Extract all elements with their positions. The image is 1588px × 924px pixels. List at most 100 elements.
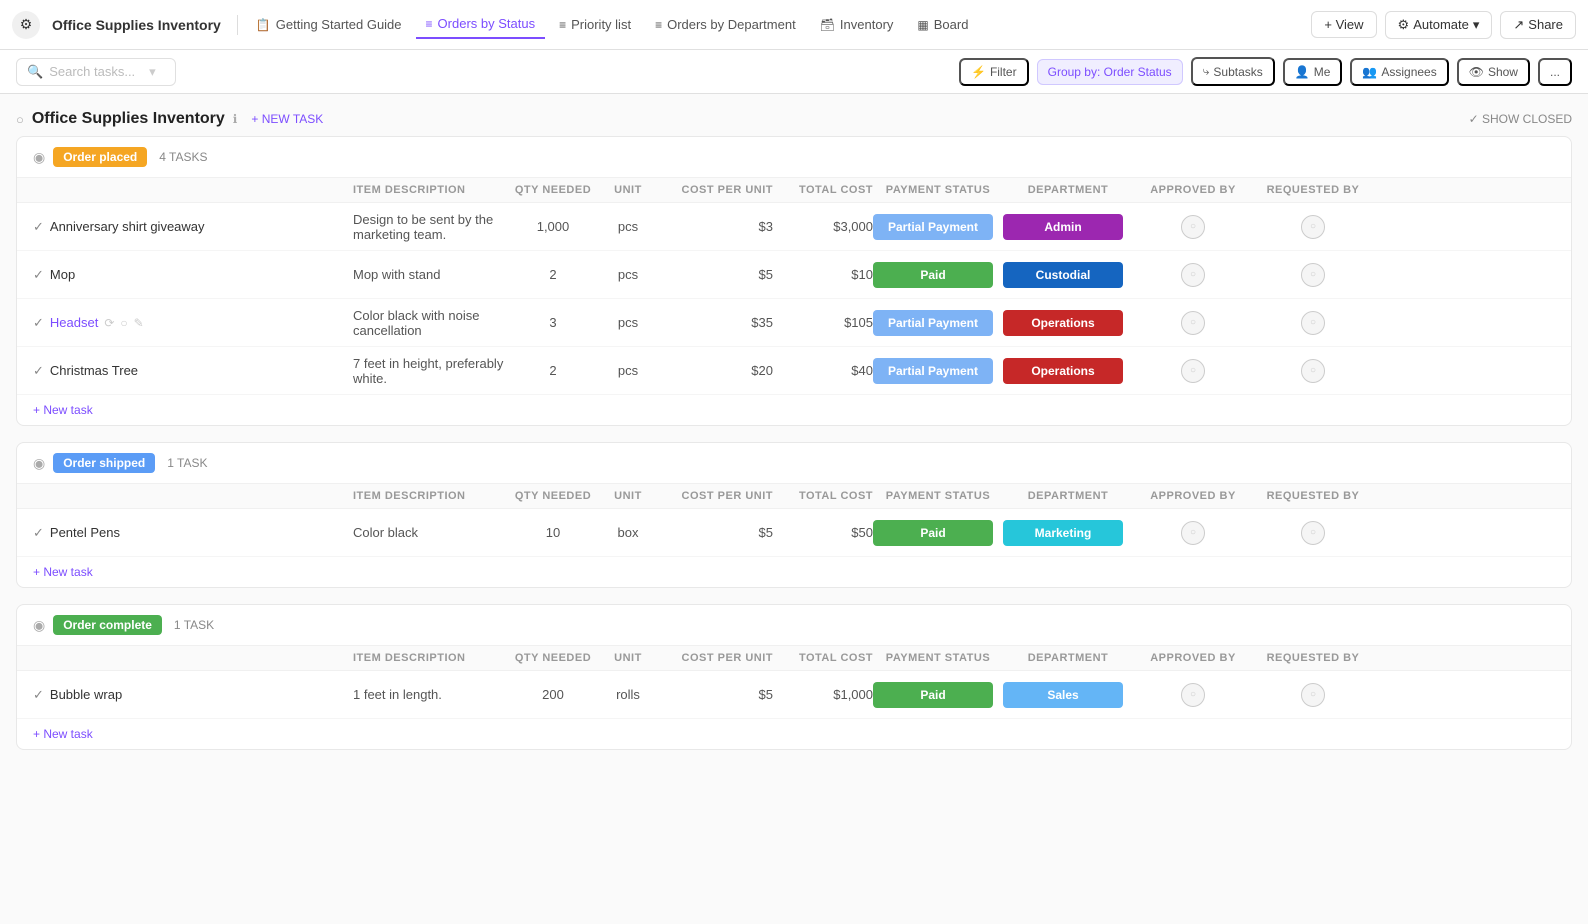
automate-button[interactable]: ⚙ Automate ▾ bbox=[1385, 11, 1493, 39]
group-by-button[interactable]: Group by: Order Status bbox=[1037, 59, 1183, 85]
tab-orders-by-dept[interactable]: ≡ Orders by Department bbox=[645, 11, 806, 38]
col-task bbox=[33, 490, 353, 502]
group-header-order-shipped: ◉ Order shipped 1 TASK bbox=[17, 443, 1571, 484]
subtasks-button[interactable]: ⤷ Subtasks bbox=[1191, 57, 1275, 86]
subtasks-label: Subtasks bbox=[1213, 65, 1262, 79]
col-item-desc: ITEM DESCRIPTION bbox=[353, 490, 513, 502]
task-qty: 200 bbox=[513, 683, 593, 706]
new-task-row-order-placed[interactable]: + New task bbox=[17, 395, 1571, 425]
assignees-button[interactable]: 👥 Assignees bbox=[1350, 58, 1448, 86]
table-row: ✓ Mop Mop with stand 2 pcs $5 $10 Paid C… bbox=[17, 251, 1571, 299]
tab-getting-started[interactable]: 📋 Getting Started Guide bbox=[246, 11, 412, 38]
main-content: ○ Office Supplies Inventory ℹ + NEW TASK… bbox=[0, 94, 1588, 924]
add-view-label: + View bbox=[1324, 17, 1363, 32]
task-cost-per-unit: $20 bbox=[663, 359, 773, 382]
col-unit: UNIT bbox=[593, 652, 663, 664]
group-task-count-order-placed: 4 TASKS bbox=[159, 150, 207, 164]
avatar-requested: ○ bbox=[1301, 359, 1325, 383]
task-total-cost: $10 bbox=[773, 263, 873, 286]
tab-icon-priority-list: ≡ bbox=[559, 18, 566, 32]
more-options-button[interactable]: ... bbox=[1538, 58, 1572, 86]
task-name[interactable]: Headset bbox=[50, 315, 98, 330]
group-header-order-complete: ◉ Order complete 1 TASK bbox=[17, 605, 1571, 646]
col-payment-status: PAYMENT STATUS bbox=[873, 490, 1003, 502]
col-total-cost: TOTAL COST bbox=[773, 490, 873, 502]
task-qty: 2 bbox=[513, 359, 593, 382]
groups-container: ◉ Order placed 4 TASKS ITEM DESCRIPTION … bbox=[16, 136, 1572, 750]
col-payment-status: PAYMENT STATUS bbox=[873, 184, 1003, 196]
task-item-description: 1 feet in length. bbox=[353, 683, 513, 706]
me-icon: 👤 bbox=[1295, 65, 1310, 79]
share-button[interactable]: ↗ Share bbox=[1500, 11, 1576, 39]
tab-label-orders-by-status: Orders by Status bbox=[438, 16, 536, 31]
task-unit: pcs bbox=[593, 263, 663, 286]
section-collapse-icon[interactable]: ○ bbox=[16, 112, 24, 127]
new-task-button[interactable]: + NEW TASK bbox=[245, 110, 329, 128]
col-item-desc: ITEM DESCRIPTION bbox=[353, 184, 513, 196]
search-placeholder: Search tasks... bbox=[49, 64, 135, 79]
tab-orders-by-status[interactable]: ≡ Orders by Status bbox=[416, 10, 546, 39]
new-task-row-order-complete[interactable]: + New task bbox=[17, 719, 1571, 749]
task-approved-by: ○ bbox=[1133, 521, 1253, 545]
group-toggle-order-placed[interactable]: ◉ bbox=[33, 149, 45, 166]
task-payment-status: Paid bbox=[873, 682, 1003, 708]
new-task-row-order-shipped[interactable]: + New task bbox=[17, 557, 1571, 587]
avatar-approved: ○ bbox=[1181, 521, 1205, 545]
task-total-cost: $50 bbox=[773, 521, 873, 544]
tab-label-inventory: Inventory bbox=[840, 17, 893, 32]
task-qty: 2 bbox=[513, 263, 593, 286]
col-department: DEPARTMENT bbox=[1003, 184, 1133, 196]
task-requested-by: ○ bbox=[1253, 683, 1373, 707]
col-cost-per-unit: COST PER UNIT bbox=[663, 490, 773, 502]
col-headers-order-complete: ITEM DESCRIPTION QTY NEEDED UNIT COST PE… bbox=[17, 646, 1571, 671]
avatar-requested: ○ bbox=[1301, 521, 1325, 545]
task-name-cell: ✓ Mop bbox=[33, 267, 353, 283]
info-icon[interactable]: ℹ bbox=[233, 112, 238, 126]
task-name: Bubble wrap bbox=[50, 687, 122, 702]
col-qty: QTY NEEDED bbox=[513, 652, 593, 664]
group-toggle-order-shipped[interactable]: ◉ bbox=[33, 455, 45, 472]
avatar-requested: ○ bbox=[1301, 215, 1325, 239]
task-check-icon[interactable]: ✓ bbox=[33, 525, 44, 541]
add-view-button[interactable]: + View bbox=[1311, 11, 1376, 38]
col-cost-per-unit: COST PER UNIT bbox=[663, 184, 773, 196]
group-toggle-order-complete[interactable]: ◉ bbox=[33, 617, 45, 634]
group-badge-order-placed: Order placed bbox=[53, 147, 147, 167]
task-department: Operations bbox=[1003, 310, 1133, 336]
dept-badge: Operations bbox=[1003, 358, 1123, 384]
col-approved-by: APPROVED BY bbox=[1133, 184, 1253, 196]
table-row: ✓ Pentel Pens Color black 10 box $5 $50 … bbox=[17, 509, 1571, 557]
search-box[interactable]: 🔍 Search tasks... ▾ bbox=[16, 58, 176, 86]
task-check-icon[interactable]: ✓ bbox=[33, 363, 44, 379]
task-check-icon[interactable]: ✓ bbox=[33, 219, 44, 235]
task-name-cell: ✓ Bubble wrap bbox=[33, 687, 353, 703]
filter-button[interactable]: ⚡ Filter bbox=[959, 58, 1029, 86]
task-department: Custodial bbox=[1003, 262, 1133, 288]
task-name-cell: ✓ Christmas Tree bbox=[33, 363, 353, 379]
tab-board[interactable]: ▦ Board bbox=[907, 11, 978, 38]
task-qty: 1,000 bbox=[513, 215, 593, 238]
tab-inventory[interactable]: 🗃 Inventory bbox=[810, 11, 904, 38]
show-button[interactable]: 👁 Show bbox=[1457, 58, 1530, 86]
me-button[interactable]: 👤 Me bbox=[1283, 58, 1343, 86]
task-cost-per-unit: $5 bbox=[663, 263, 773, 286]
avatar-approved: ○ bbox=[1181, 215, 1205, 239]
group-by-label: Group by: Order Status bbox=[1048, 65, 1172, 79]
task-copy-icon[interactable]: ○ bbox=[120, 316, 127, 330]
task-check-icon[interactable]: ✓ bbox=[33, 267, 44, 283]
col-requested-by: REQUESTED BY bbox=[1253, 652, 1373, 664]
task-check-icon[interactable]: ✓ bbox=[33, 687, 44, 703]
assignees-label: Assignees bbox=[1381, 65, 1436, 79]
payment-badge: Paid bbox=[873, 262, 993, 288]
task-unit: pcs bbox=[593, 359, 663, 382]
task-edit-icon[interactable]: ✎ bbox=[134, 316, 144, 330]
dept-badge: Admin bbox=[1003, 214, 1123, 240]
show-closed-button[interactable]: ✓ SHOW CLOSED bbox=[1469, 112, 1572, 126]
task-total-cost: $40 bbox=[773, 359, 873, 382]
tab-priority-list[interactable]: ≡ Priority list bbox=[549, 11, 641, 38]
task-link-icon[interactable]: ⟳ bbox=[104, 316, 114, 330]
avatar-approved: ○ bbox=[1181, 263, 1205, 287]
task-item-description: Color black bbox=[353, 521, 513, 544]
task-check-icon[interactable]: ✓ bbox=[33, 315, 44, 331]
payment-badge: Partial Payment bbox=[873, 310, 993, 336]
